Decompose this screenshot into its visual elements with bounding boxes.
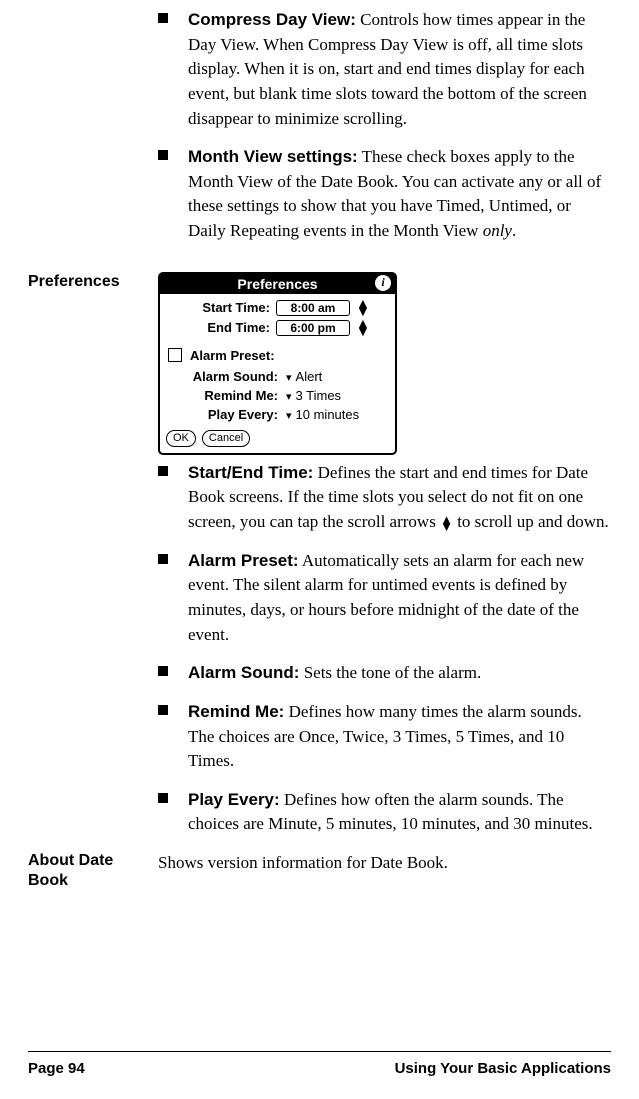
square-bullet-icon bbox=[158, 13, 168, 23]
palm-end-time-label: End Time: bbox=[160, 320, 276, 335]
page: Compress Day View: Controls how times ap… bbox=[0, 0, 639, 1099]
preferences-body: Preferences i Start Time: 8:00 am ▲▼ End… bbox=[158, 272, 611, 851]
spinner-icon: ▲▼ bbox=[356, 320, 370, 335]
about-body: Shows version information for Date Book. bbox=[158, 851, 611, 876]
page-number: Page 94 bbox=[28, 1060, 85, 1077]
palm-alarm-preset-row: Alarm Preset: bbox=[160, 338, 395, 367]
list-item: Alarm Preset: Automatically sets an alar… bbox=[158, 549, 611, 648]
list-item-text: Alarm Preset: Automatically sets an alar… bbox=[188, 549, 611, 648]
section-top-list: Compress Day View: Controls how times ap… bbox=[158, 8, 611, 244]
palm-button-row: OK Cancel bbox=[160, 424, 395, 453]
palm-start-time-value: 8:00 am bbox=[276, 300, 350, 316]
list-item-text: Start/End Time: Defines the start and en… bbox=[188, 461, 611, 535]
list-item-body-ital: only bbox=[483, 221, 512, 240]
square-bullet-icon bbox=[158, 466, 168, 476]
list-item-body: Sets the tone of the alarm. bbox=[304, 663, 482, 682]
list-item-text: Alarm Sound: Sets the tone of the alarm. bbox=[188, 661, 481, 686]
list-item-title: Alarm Preset: bbox=[188, 551, 299, 570]
list-item-title: Start/End Time: bbox=[188, 463, 313, 482]
section-name: Using Your Basic Applications bbox=[395, 1060, 611, 1077]
list-item: Remind Me: Defines how many times the al… bbox=[158, 700, 611, 774]
list-item-title: Compress Day View: bbox=[188, 10, 356, 29]
palm-alarm-sound-label: Alarm Sound: bbox=[160, 369, 282, 384]
palm-end-time-value: 6:00 pm bbox=[276, 320, 350, 336]
palm-play-row: Play Every: 10 minutes bbox=[160, 405, 395, 424]
preferences-heading: Preferences bbox=[28, 272, 158, 292]
list-item: Start/End Time: Defines the start and en… bbox=[158, 461, 611, 535]
palm-title-text: Preferences bbox=[237, 276, 317, 292]
info-icon: i bbox=[375, 275, 391, 291]
list-item-title: Remind Me: bbox=[188, 702, 284, 721]
list-item-text: Compress Day View: Controls how times ap… bbox=[188, 8, 611, 131]
list-item-body-post: . bbox=[512, 221, 516, 240]
list-item-title: Play Every: bbox=[188, 790, 280, 809]
page-footer: Page 94 Using Your Basic Applications bbox=[28, 1051, 611, 1077]
palm-remind-label: Remind Me: bbox=[160, 388, 282, 403]
palm-start-time-label: Start Time: bbox=[160, 300, 276, 315]
palm-play-value: 10 minutes bbox=[282, 407, 359, 422]
section-top-body: Compress Day View: Controls how times ap… bbox=[158, 8, 611, 258]
about-heading: About Date Book bbox=[28, 851, 158, 891]
square-bullet-icon bbox=[158, 554, 168, 564]
palm-remind-value: 3 Times bbox=[282, 388, 341, 403]
palm-alarm-sound-row: Alarm Sound: Alert bbox=[160, 367, 395, 386]
list-item-title: Month View settings: bbox=[188, 147, 358, 166]
palm-screenshot: Preferences i Start Time: 8:00 am ▲▼ End… bbox=[158, 272, 397, 455]
square-bullet-icon bbox=[158, 150, 168, 160]
list-item: Compress Day View: Controls how times ap… bbox=[158, 8, 611, 131]
preferences-list: Start/End Time: Defines the start and en… bbox=[158, 461, 611, 837]
square-bullet-icon bbox=[158, 793, 168, 803]
spinner-icon: ▲▼ bbox=[356, 300, 370, 315]
list-item-body-post: to scroll up and down. bbox=[453, 512, 609, 531]
list-item-text: Remind Me: Defines how many times the al… bbox=[188, 700, 611, 774]
palm-end-time-row: End Time: 6:00 pm ▲▼ bbox=[160, 318, 395, 338]
checkbox-icon bbox=[168, 348, 182, 362]
list-item-text: Play Every: Defines how often the alarm … bbox=[188, 788, 611, 837]
section-preferences: Preferences Preferences i Start Time: 8:… bbox=[28, 272, 611, 851]
palm-alarm-sound-value: Alert bbox=[282, 369, 322, 384]
square-bullet-icon bbox=[158, 666, 168, 676]
palm-alarm-preset-label: Alarm Preset: bbox=[190, 348, 275, 363]
square-bullet-icon bbox=[158, 705, 168, 715]
section-top: Compress Day View: Controls how times ap… bbox=[28, 8, 611, 258]
palm-title-bar: Preferences i bbox=[160, 274, 395, 294]
list-item: Alarm Sound: Sets the tone of the alarm. bbox=[158, 661, 611, 686]
scroll-arrows-icon: ▲▼ bbox=[440, 516, 453, 530]
list-item-title: Alarm Sound: bbox=[188, 663, 299, 682]
palm-remind-row: Remind Me: 3 Times bbox=[160, 386, 395, 405]
palm-cancel-button: Cancel bbox=[202, 430, 250, 447]
list-item: Play Every: Defines how often the alarm … bbox=[158, 788, 611, 837]
list-item: Month View settings: These check boxes a… bbox=[158, 145, 611, 244]
palm-ok-button: OK bbox=[166, 430, 196, 447]
list-item-text: Month View settings: These check boxes a… bbox=[188, 145, 611, 244]
palm-play-label: Play Every: bbox=[160, 407, 282, 422]
section-about: About Date Book Shows version informatio… bbox=[28, 851, 611, 891]
